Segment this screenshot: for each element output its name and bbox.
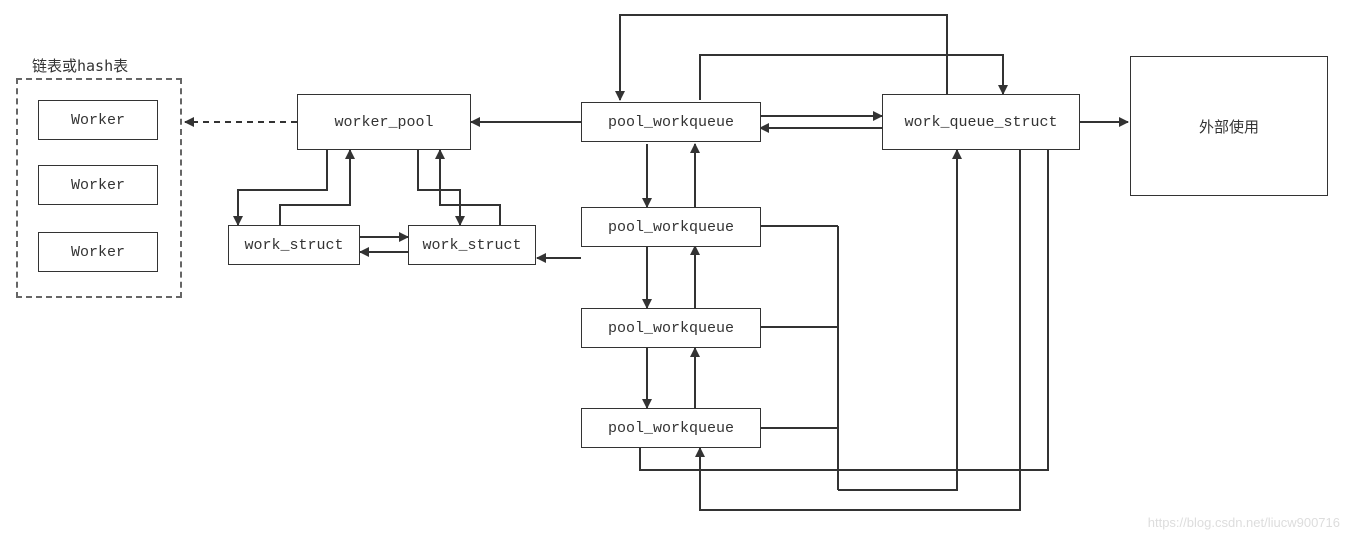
worker-label: Worker [71,244,125,261]
work-struct-2: work_struct [408,225,536,265]
worker-box-0: Worker [38,100,158,140]
node-label: worker_pool [334,114,433,131]
worker-box-2: Worker [38,232,158,272]
node-label: pool_workqueue [608,420,734,437]
work-queue-struct-box: work_queue_struct [882,94,1080,150]
group-title: 链表或hash表 [32,55,128,76]
node-label: 外部使用 [1199,116,1259,137]
external-use-box: 外部使用 [1130,56,1328,196]
node-label: work_struct [244,237,343,254]
node-label: pool_workqueue [608,219,734,236]
worker-pool-box: worker_pool [297,94,471,150]
pool-workqueue-1: pool_workqueue [581,102,761,142]
work-struct-1: work_struct [228,225,360,265]
diagram-canvas: 链表或hash表 Worker Worker Worker worker_poo… [0,0,1348,534]
node-label: work_queue_struct [904,114,1057,131]
node-label: work_struct [422,237,521,254]
node-label: pool_workqueue [608,114,734,131]
worker-box-1: Worker [38,165,158,205]
watermark: https://blog.csdn.net/liucw900716 [1148,515,1340,530]
pool-workqueue-2: pool_workqueue [581,207,761,247]
pool-workqueue-4: pool_workqueue [581,408,761,448]
pool-workqueue-3: pool_workqueue [581,308,761,348]
worker-label: Worker [71,112,125,129]
node-label: pool_workqueue [608,320,734,337]
worker-label: Worker [71,177,125,194]
